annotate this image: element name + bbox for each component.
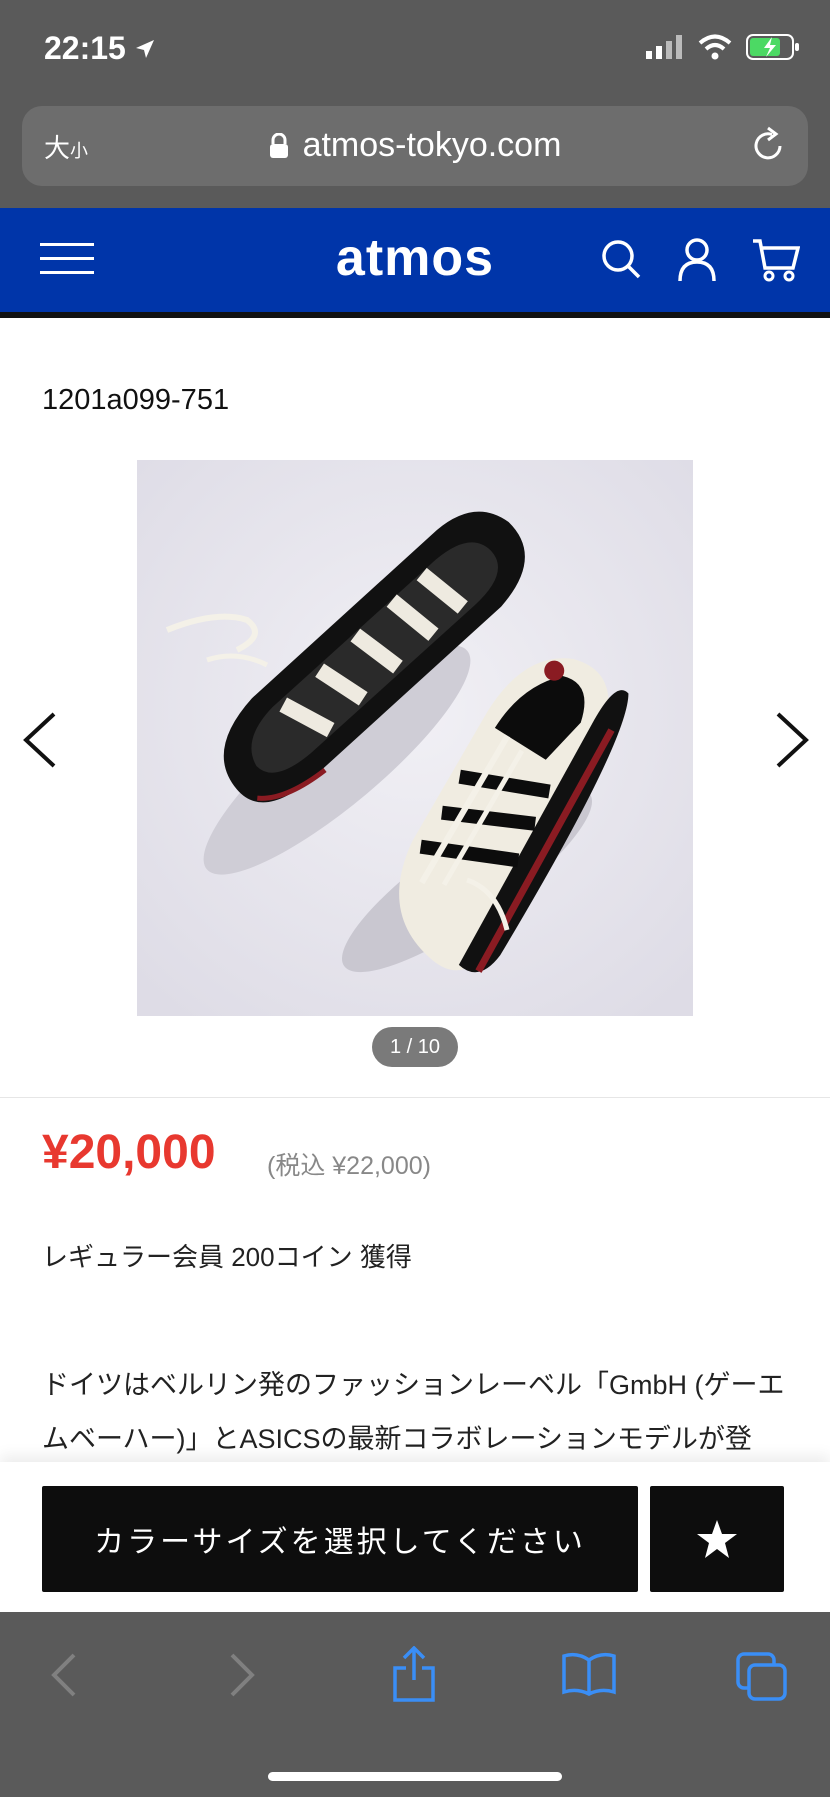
bookmarks-icon[interactable] [562, 1652, 616, 1696]
description-line: ムベーハー)」とASICSの最新コラボレーションモデルが登 [42, 1424, 752, 1454]
status-time: 22:15 [44, 30, 156, 67]
cart-icon[interactable] [752, 238, 800, 282]
product-sku: 1201a099-751 [42, 384, 230, 416]
select-color-size-button[interactable]: カラーサイズを選択してください [42, 1486, 638, 1592]
battery-charging-icon [746, 34, 799, 60]
forward-icon[interactable] [228, 1652, 256, 1698]
product-description: ドイツはベルリン発のファッションレーベル「GmbH (ゲーエ ムベーハー)」とA… [42, 1358, 802, 1466]
star-icon [697, 1520, 737, 1558]
carousel-next-arrow-icon[interactable] [774, 712, 810, 768]
product-price: ¥20,000 [42, 1126, 216, 1179]
signal-icon [646, 35, 682, 59]
reload-icon[interactable] [750, 126, 786, 164]
tabs-icon[interactable] [736, 1652, 788, 1702]
site-header: atmos [0, 208, 830, 318]
wifi-icon [698, 34, 732, 60]
clock-text: 22:15 [44, 30, 126, 66]
browser-top-bar: 22:15 大小 atmos-tokyo.com [0, 0, 830, 208]
share-icon[interactable] [392, 1646, 436, 1702]
price-including-tax: (税込 ¥22,000) [267, 1152, 431, 1180]
carousel-prev-arrow-icon[interactable] [22, 712, 58, 768]
home-indicator[interactable] [268, 1772, 562, 1781]
search-icon[interactable] [600, 238, 642, 280]
back-icon[interactable] [50, 1652, 78, 1698]
account-icon[interactable] [678, 238, 716, 282]
domain-text: atmos-tokyo.com [302, 126, 562, 164]
url-display: atmos-tokyo.com [22, 126, 808, 165]
browser-toolbar [0, 1612, 830, 1797]
status-icons [646, 34, 800, 60]
purchase-bar: カラーサイズを選択してください [0, 1462, 830, 1612]
sneaker-image [137, 460, 693, 1016]
member-coin-info: レギュラー会員 200コイン 獲得 [42, 1242, 412, 1272]
description-line: ドイツはベルリン発のファッションレーベル「GmbH (ゲーエ [42, 1370, 785, 1400]
image-counter: 1 / 10 [372, 1027, 458, 1067]
lock-icon [269, 132, 288, 158]
product-image[interactable] [137, 460, 693, 1016]
address-bar[interactable]: 大小 atmos-tokyo.com [22, 106, 808, 186]
section-divider [0, 1097, 830, 1098]
favorite-button[interactable] [650, 1486, 784, 1592]
location-arrow-icon [135, 39, 154, 58]
